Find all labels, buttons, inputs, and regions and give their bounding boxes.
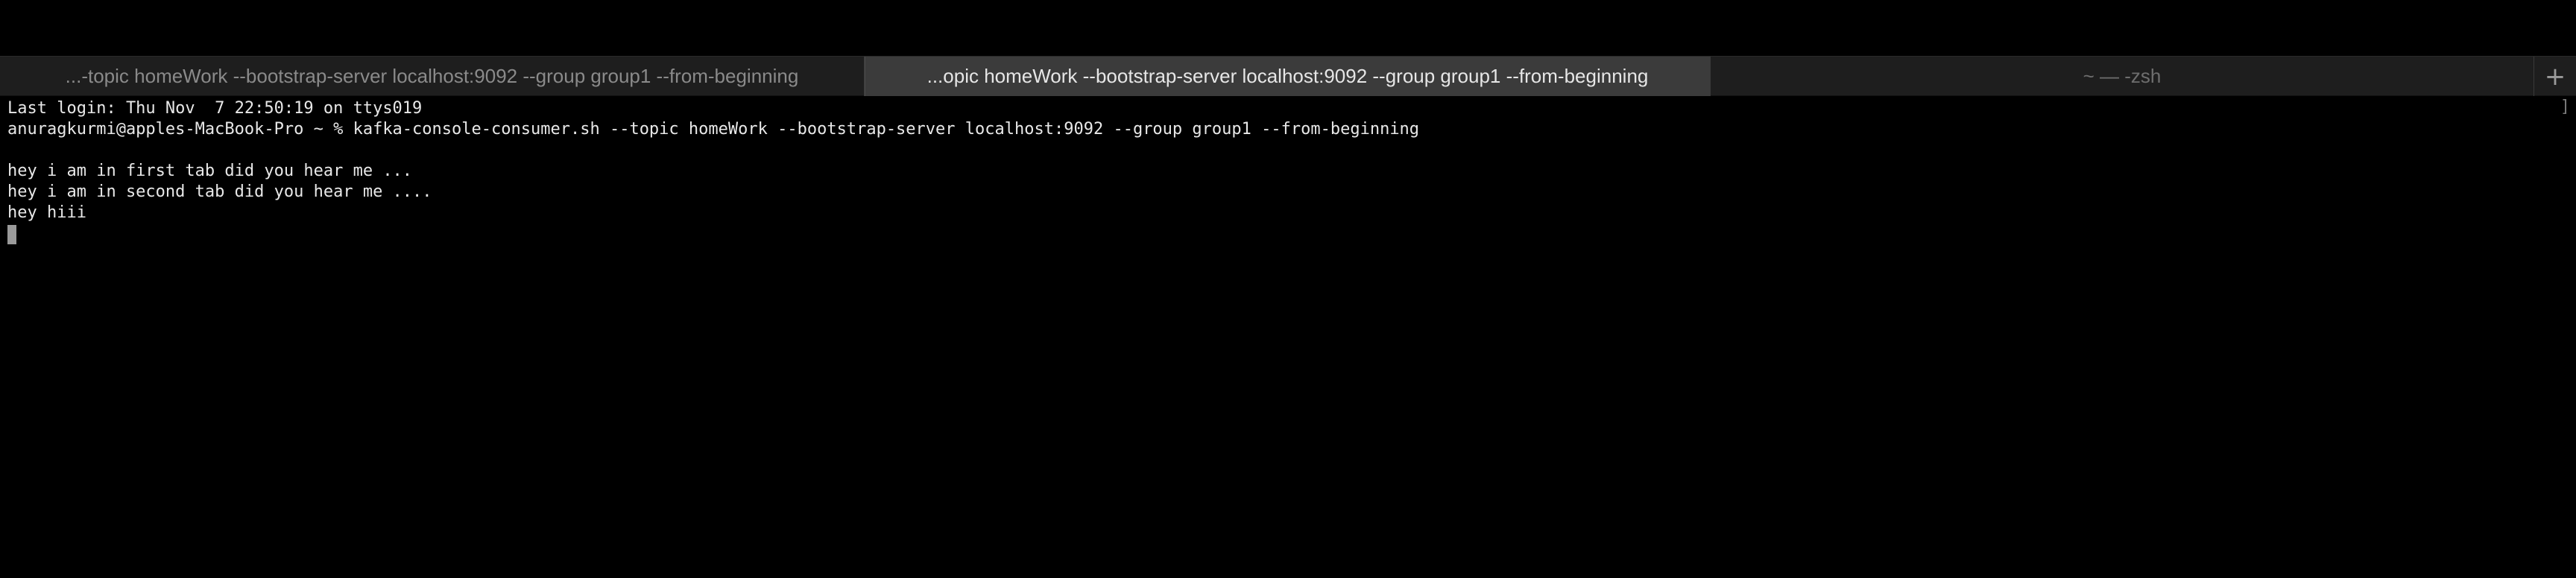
tab-bar: ...-topic homeWork --bootstrap-server lo…	[0, 56, 2576, 96]
tab-consumer-1[interactable]: ...-topic homeWork --bootstrap-server lo…	[0, 57, 865, 96]
tab-zsh-label: ~ — -zsh	[2083, 65, 2162, 87]
new-tab-button[interactable]: +	[2534, 57, 2576, 96]
output-line: hey i am in second tab did you hear me .…	[7, 182, 432, 201]
tab-consumer-2-label: ...opic homeWork --bootstrap-server loca…	[926, 65, 1649, 87]
prompt-command-line: anuragkurmi@apples-MacBook-Pro ~ % kafka…	[7, 120, 1420, 139]
tab-consumer-2-active[interactable]: ...opic homeWork --bootstrap-server loca…	[865, 57, 1711, 96]
cursor-line	[7, 223, 2576, 244]
text-cursor	[7, 225, 16, 244]
tab-zsh[interactable]: ~ — -zsh	[1711, 57, 2534, 96]
last-login-line: Last login: Thu Nov 7 22:50:19 on ttys01…	[7, 99, 423, 118]
plus-icon: +	[2544, 61, 2566, 92]
tab-consumer-1-label: ...-topic homeWork --bootstrap-server lo…	[65, 65, 799, 87]
scroll-marker: ]	[2560, 98, 2570, 116]
window-titlebar	[0, 0, 2576, 56]
output-line: hey i am in first tab did you hear me ..…	[7, 162, 413, 180]
terminal-content[interactable]: Last login: Thu Nov 7 22:50:19 on ttys01…	[0, 96, 2576, 578]
output-line: hey hiii	[7, 203, 86, 222]
